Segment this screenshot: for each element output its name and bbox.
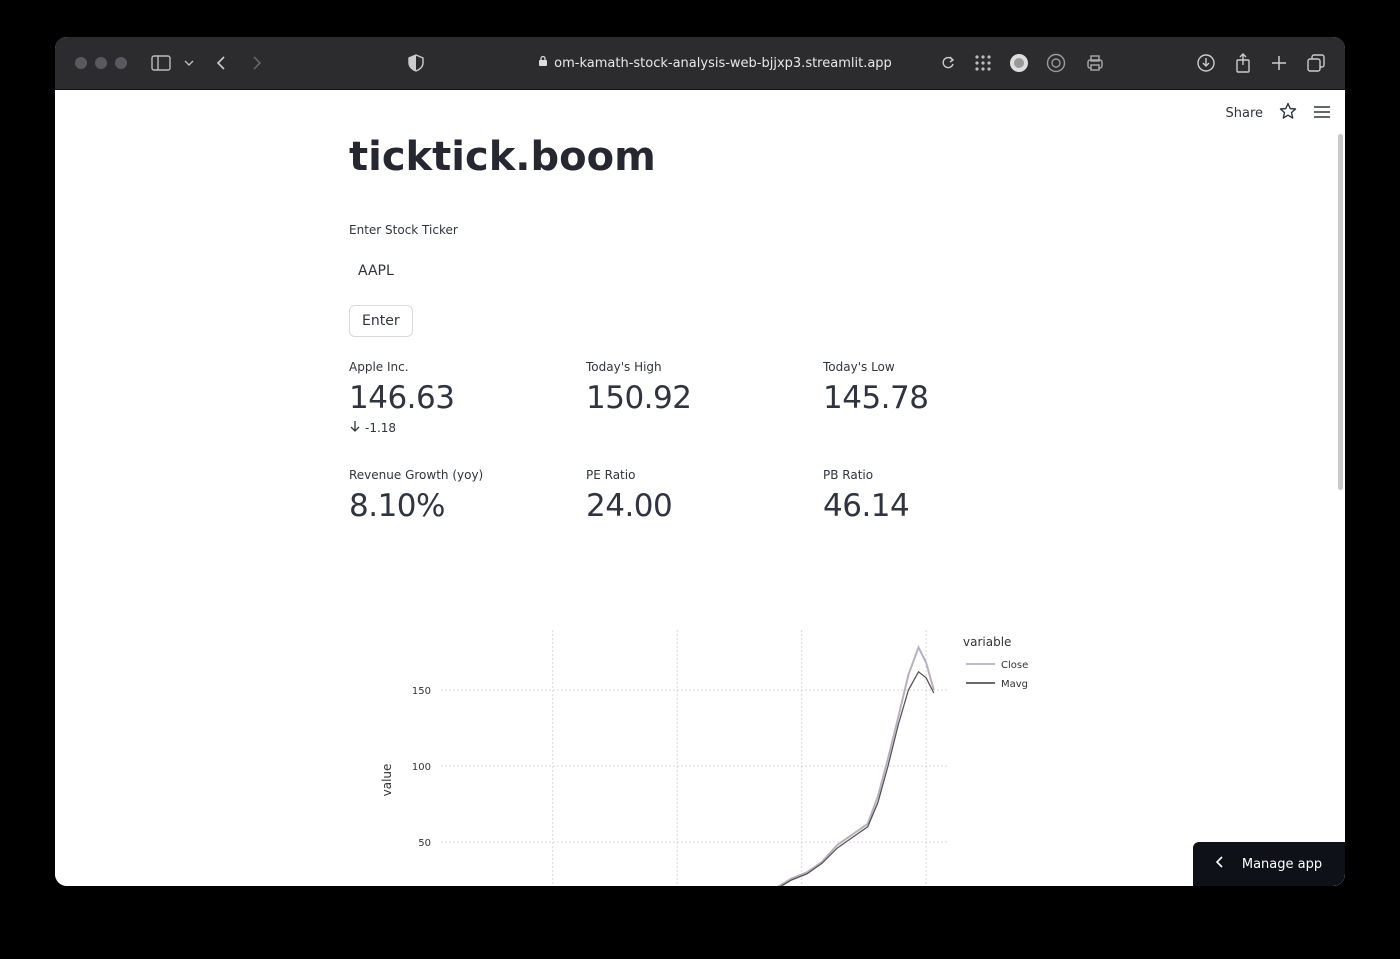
metric-value: 145.78 [823,380,929,416]
metric-todays-low: Today's Low 145.78 [823,360,1043,416]
new-tab-icon[interactable] [1267,51,1291,75]
browser-window: om-kamath-stock-analysis-web-bjjxp3.stre… [55,37,1345,886]
metric-label: Today's Low [823,360,895,374]
grid-icon[interactable] [971,51,995,75]
series-line-mavg [780,670,935,886]
chevron-down-icon[interactable] [177,51,201,75]
metric-value: 8.10% [349,488,445,524]
forward-icon[interactable] [245,51,269,75]
chevron-left-icon [1215,856,1224,872]
metric-value: 24.00 [586,488,673,524]
sidebar-toggle-icon[interactable] [149,51,173,75]
share-icon[interactable] [1231,51,1255,75]
hamburger-menu-icon[interactable] [1313,104,1331,123]
arrow-down-icon [349,420,361,435]
y-tick-label: 150 [412,686,431,697]
zoom-window-button[interactable] [115,57,127,69]
tab-overview-icon[interactable] [1304,51,1328,75]
manage-app-label: Manage app [1241,856,1323,872]
metric-company: Apple Inc. 146.63 -1.18 [349,360,569,435]
metric-value: 150.92 [586,380,692,416]
extension-icon[interactable] [1044,51,1068,75]
star-icon[interactable] [1279,102,1297,124]
y-tick-label: 50 [418,838,431,849]
reload-icon[interactable] [936,51,960,75]
price-chart-svg: 50 100 150 value variable Close Mavg [380,630,1028,886]
enter-button[interactable]: Enter [349,305,413,337]
metric-pb-ratio: PB Ratio 46.14 [823,468,1043,524]
metric-delta-value: -1.18 [365,420,397,435]
minimize-window-button[interactable] [95,57,107,69]
profile-icon[interactable] [1007,51,1031,75]
shield-icon[interactable] [404,51,428,75]
metric-value: 146.63 [349,380,455,416]
download-icon[interactable] [1194,51,1218,75]
metric-label: Today's High [586,360,662,374]
metric-delta: -1.18 [349,420,569,435]
app-header-actions: Share [1225,102,1331,124]
y-tick-label: 100 [412,762,431,773]
price-chart[interactable]: 50 100 150 value variable Close Mavg [349,610,1069,886]
metric-label: Apple Inc. [349,360,409,374]
legend-entry: Close [1001,660,1028,671]
page-content: Share ticktick.boom Enter Stock Ticker E… [55,90,1345,886]
lock-icon [538,55,548,71]
y-axis-label: value [380,764,394,797]
browser-toolbar: om-kamath-stock-analysis-web-bjjxp3.stre… [55,37,1345,90]
back-icon[interactable] [209,51,233,75]
metric-value: 46.14 [823,488,910,524]
manage-app-button[interactable]: Manage app [1193,842,1345,886]
scrollbar[interactable] [1338,134,1343,490]
share-link[interactable]: Share [1225,106,1263,121]
metric-label: PE Ratio [586,468,636,482]
printer-icon[interactable] [1083,51,1107,75]
page-title: ticktick.boom [349,134,656,180]
metric-pe-ratio: PE Ratio 24.00 [586,468,806,524]
url-text: om-kamath-stock-analysis-web-bjjxp3.stre… [554,55,892,71]
legend-entry: Mavg [1001,679,1028,690]
legend-title: variable [963,635,1011,649]
series-line-close [777,644,935,886]
address-bar[interactable]: om-kamath-stock-analysis-web-bjjxp3.stre… [535,52,895,74]
ticker-input-label: Enter Stock Ticker [349,223,458,237]
ticker-input[interactable] [349,255,967,287]
close-window-button[interactable] [75,57,87,69]
metric-revenue-growth: Revenue Growth (yoy) 8.10% [349,468,569,524]
metric-label: PB Ratio [823,468,874,482]
metric-todays-high: Today's High 150.92 [586,360,806,416]
metric-label: Revenue Growth (yoy) [349,468,484,482]
